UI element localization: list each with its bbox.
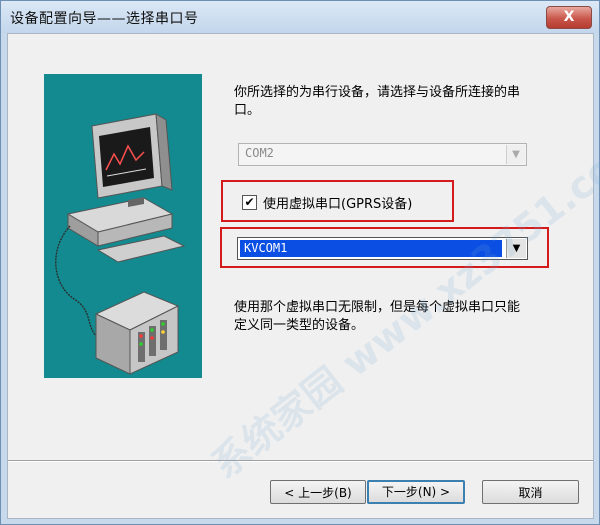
serial-port-combo: COM2 ▼ bbox=[238, 143, 527, 166]
checkmark-icon: ✔ bbox=[244, 195, 255, 209]
close-button[interactable]: X bbox=[546, 6, 592, 29]
virtual-port-checkbox-label[interactable]: 使用虚拟串口(GPRS设备) bbox=[263, 193, 412, 212]
wizard-content: 你所选择的为串行设备，请选择与设备所连接的串口。 COM2 ▼ ✔ 使用虚拟串口… bbox=[7, 33, 600, 519]
dialog-window: 设备配置向导——选择串口号 X 你所选择的为串行设备，请选择与设备所连接的串口。… bbox=[0, 0, 600, 525]
serial-port-value: COM2 bbox=[245, 146, 274, 160]
button-divider bbox=[8, 460, 593, 462]
title-bar[interactable]: 设备配置向导——选择串口号 X bbox=[1, 1, 599, 33]
back-button[interactable]: < 上一步(B) bbox=[270, 480, 366, 504]
intro-text: 你所选择的为串行设备，请选择与设备所连接的串口。 bbox=[234, 85, 521, 118]
next-button[interactable]: 下一步(N) > bbox=[367, 480, 465, 504]
computer-and-device-icon bbox=[55, 113, 186, 375]
virtual-port-checkbox[interactable]: ✔ bbox=[242, 195, 257, 210]
window-title: 设备配置向导——选择串口号 bbox=[10, 11, 199, 27]
chevron-down-icon: ▼ bbox=[506, 145, 525, 164]
note-text: 使用那个虚拟串口无限制，但是每个虚拟串口只能定义同一类型的设备。 bbox=[234, 300, 521, 333]
cancel-button[interactable]: 取消 bbox=[482, 480, 579, 504]
virtual-port-combo[interactable]: KVCOM1 ▼ bbox=[237, 237, 528, 260]
wizard-illustration bbox=[44, 74, 202, 378]
dropdown-arrow-icon[interactable]: ▼ bbox=[506, 239, 526, 258]
virtual-port-value: KVCOM1 bbox=[244, 241, 288, 255]
close-icon: X bbox=[563, 9, 575, 25]
